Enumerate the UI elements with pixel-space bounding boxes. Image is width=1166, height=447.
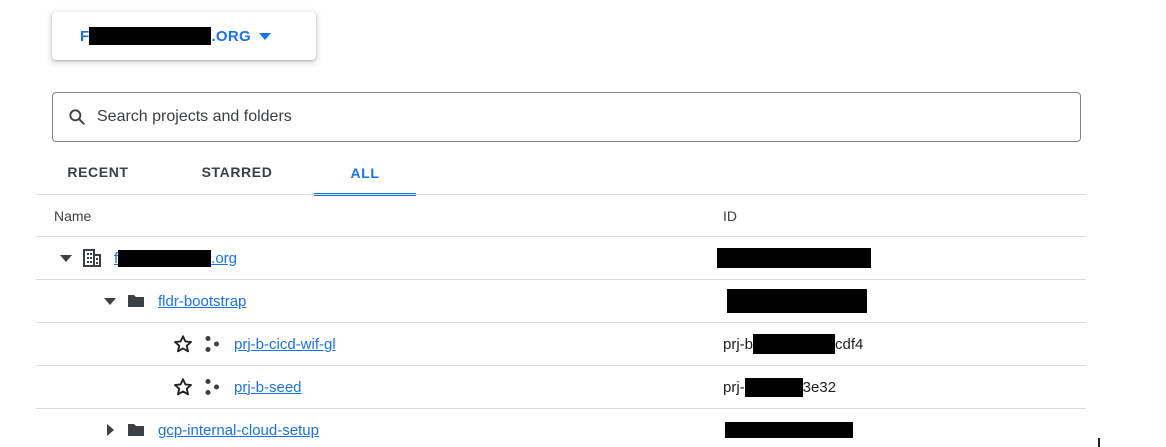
column-header-id: ID xyxy=(723,208,737,224)
redacted-id xyxy=(717,248,871,268)
redacted-id xyxy=(744,377,803,397)
search-input[interactable] xyxy=(95,107,999,127)
table-header: Name ID xyxy=(36,195,1086,237)
star-icon[interactable] xyxy=(172,333,194,355)
redacted-org-name xyxy=(118,249,212,267)
project-id-prefix: prj-b xyxy=(723,335,754,353)
search-box[interactable] xyxy=(52,92,1081,142)
project-link[interactable]: prj-b-cicd-wif-gl xyxy=(234,336,336,353)
table-row-organization[interactable]: f .org xyxy=(36,237,1086,280)
org-name-suffix: .ORG xyxy=(211,27,252,45)
expand-icon xyxy=(106,424,114,436)
collapse-icon xyxy=(104,297,116,305)
expand-toggle[interactable] xyxy=(102,422,118,438)
redacted-id xyxy=(727,289,867,313)
table-row-project[interactable]: prj-b-seed prj- 3e32 xyxy=(36,366,1086,409)
organization-icon xyxy=(83,249,101,267)
folder-link[interactable]: fldr-bootstrap xyxy=(158,293,246,310)
table-row-folder[interactable]: gcp-internal-cloud-setup xyxy=(36,409,1086,447)
tab-all[interactable]: ALL xyxy=(314,150,416,196)
project-id-suffix: 3e32 xyxy=(802,378,837,396)
tab-recent[interactable]: RECENT xyxy=(36,150,160,194)
project-link[interactable]: prj-b-seed xyxy=(234,379,302,396)
id-cell xyxy=(723,409,853,447)
id-cell xyxy=(723,280,867,322)
organization-name: F .ORG xyxy=(80,27,251,45)
table-row-folder[interactable]: fldr-bootstrap xyxy=(36,280,1086,323)
redacted-org-name xyxy=(89,27,212,45)
id-cell: prj- 3e32 xyxy=(723,366,836,408)
organization-selector[interactable]: F .ORG xyxy=(52,12,316,60)
org-link-suffix: .org xyxy=(211,249,238,267)
name-cell: gcp-internal-cloud-setup xyxy=(102,409,319,447)
search-icon xyxy=(69,109,85,125)
resource-picker: F .ORG RECENT STARRED ALL Name ID xyxy=(0,0,1166,447)
id-cell: prj-b cdf4 xyxy=(723,323,863,365)
folder-icon xyxy=(128,295,144,307)
name-cell: prj-b-cicd-wif-gl xyxy=(172,323,336,365)
project-id-prefix: prj- xyxy=(723,378,745,396)
column-header-name: Name xyxy=(54,208,92,224)
project-id-suffix: cdf4 xyxy=(835,335,864,353)
table-row-project[interactable]: prj-b-cicd-wif-gl prj-b cdf4 xyxy=(36,323,1086,366)
id-cell xyxy=(717,237,871,279)
name-cell: fldr-bootstrap xyxy=(102,280,246,322)
tab-bar: RECENT STARRED ALL xyxy=(36,150,416,196)
tab-starred[interactable]: STARRED xyxy=(160,150,314,194)
folder-link[interactable]: gcp-internal-cloud-setup xyxy=(158,422,319,439)
cursor-mark xyxy=(1098,438,1100,447)
project-icon xyxy=(205,336,219,352)
name-cell: f .org xyxy=(58,237,237,279)
redacted-id xyxy=(753,334,836,354)
folder-icon xyxy=(128,424,144,436)
redacted-id xyxy=(725,422,853,438)
name-cell: prj-b-seed xyxy=(172,366,302,408)
project-icon xyxy=(205,379,219,395)
dropdown-caret-icon xyxy=(259,33,272,40)
org-name-prefix: F xyxy=(80,27,90,45)
organization-link[interactable]: f .org xyxy=(114,249,238,267)
star-icon[interactable] xyxy=(172,376,194,398)
collapse-icon xyxy=(60,254,72,262)
collapse-toggle[interactable] xyxy=(102,293,118,309)
collapse-toggle[interactable] xyxy=(58,250,74,266)
